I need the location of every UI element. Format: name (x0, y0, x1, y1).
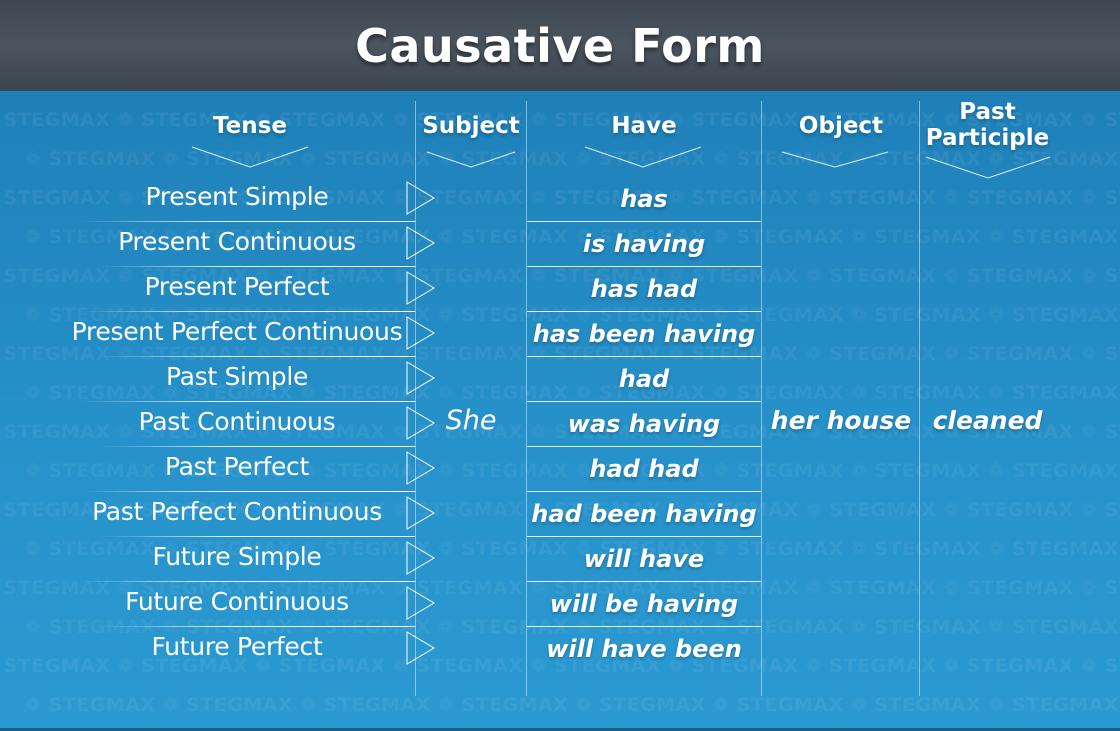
row-divider (100, 266, 415, 267)
arrow-right-icon (406, 541, 435, 575)
have-form: will be having (549, 589, 739, 618)
chevron-down-icon (191, 146, 309, 168)
arrow-right-icon (406, 631, 435, 665)
tense-label: Present Simple (145, 182, 329, 211)
have-form: is having (582, 229, 706, 258)
column-header-have: Have (611, 113, 677, 139)
have-form: has (620, 184, 668, 213)
arrow-right-icon (406, 496, 435, 530)
column-header-past-participle: Past Participle (920, 99, 1055, 151)
causative-form-infographic: Causative Form ❁ STEGMAX ❁ STEGMAX ❁ STE… (0, 0, 1120, 731)
arrow-right-icon (406, 361, 435, 395)
title-banner: Causative Form (0, 0, 1120, 91)
have-form: had had (589, 454, 699, 483)
row-divider (80, 581, 415, 582)
tense-label: Past Perfect (164, 452, 310, 481)
have-form: will have (583, 544, 705, 573)
arrow-right-icon (406, 406, 435, 440)
page-title: Causative Form (355, 18, 765, 73)
have-form: had (618, 364, 670, 393)
tense-label: Present Perfect Continuous (71, 317, 403, 346)
column-header-object: Object (798, 113, 884, 139)
have-form: will have been (546, 634, 742, 663)
chevron-down-icon (584, 146, 702, 168)
chevron-down-icon (426, 151, 516, 168)
row-divider (100, 356, 415, 357)
column-header-past-participle-line2: Participle (925, 125, 1050, 151)
have-form: has had (590, 274, 698, 303)
row-divider (80, 491, 415, 492)
watermark-row: ❁ STEGMAX ❁ STEGMAX ❁ STEGMAX ❁ STEGMAX … (25, 694, 1120, 716)
arrow-right-icon (406, 316, 435, 350)
past-participle-value: cleaned (932, 406, 1043, 435)
chevron-down-icon (781, 151, 889, 168)
tense-label: Present Perfect (144, 272, 330, 301)
arrow-right-icon (406, 181, 435, 215)
row-divider (80, 221, 415, 222)
column-header-tense: Tense (213, 113, 287, 139)
row-divider (100, 536, 415, 537)
have-form: has been having (532, 319, 756, 348)
row-divider (80, 401, 415, 402)
have-form: was having (567, 409, 721, 438)
column-divider (919, 101, 920, 696)
arrow-right-icon (406, 451, 435, 485)
tense-label: Past Simple (165, 362, 309, 391)
column-header-subject: Subject (422, 113, 520, 139)
arrow-right-icon (406, 586, 435, 620)
tense-label: Future Simple (152, 542, 322, 571)
arrow-right-icon (406, 271, 435, 305)
tense-label: Past Continuous (138, 407, 336, 436)
row-divider (80, 311, 415, 312)
row-divider (100, 446, 415, 447)
have-form: had been having (531, 499, 757, 528)
tense-label: Future Perfect (151, 632, 323, 661)
tense-label: Past Perfect Continuous (92, 497, 382, 526)
object-value: her house (770, 406, 912, 435)
arrow-right-icon (406, 226, 435, 260)
column-header-past-participle-line1: Past (959, 99, 1016, 125)
tense-label: Future Continuous (125, 587, 349, 616)
column-divider (761, 101, 762, 696)
chevron-down-icon (925, 156, 1051, 179)
row-divider (100, 626, 415, 627)
tense-label: Present Continuous (118, 227, 356, 256)
